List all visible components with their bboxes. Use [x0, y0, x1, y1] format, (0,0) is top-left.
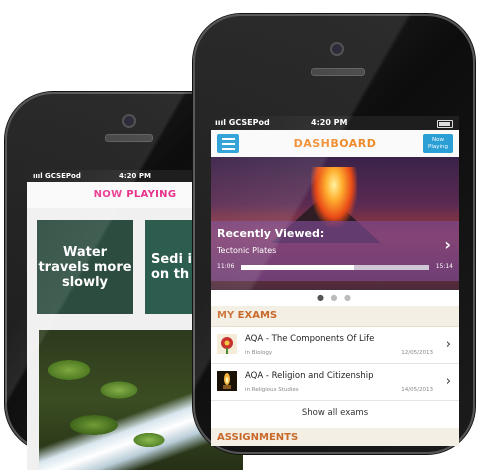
chevron-right-icon[interactable]: ›	[444, 235, 451, 254]
clock: 4:20 PM	[119, 172, 151, 180]
dashboard-screen: ıııl GCSEPod 4:20 PM DASHBOARD Now Playi…	[211, 116, 459, 446]
chevron-right-icon: ›	[445, 337, 451, 352]
camera-icon	[330, 42, 344, 56]
clock: 4:20 PM	[311, 118, 348, 127]
status-bar: ıııl GCSEPod 4:20 PM	[211, 116, 459, 130]
now-playing-button[interactable]: Now Playing	[423, 134, 453, 153]
lava-image	[311, 167, 357, 227]
chevron-right-icon: ›	[445, 374, 451, 389]
front-phone: ıııl GCSEPod 4:20 PM DASHBOARD Now Playi…	[193, 14, 475, 454]
recently-viewed-title: Recently Viewed:	[217, 227, 325, 240]
exam-subject: in Religious Studies	[245, 387, 299, 393]
exam-date: 14/05/2013	[401, 387, 433, 393]
my-exams-heading: MY EXAMS	[211, 306, 459, 327]
total-time: 15:14	[435, 263, 453, 270]
carrier-label: GCSEPod	[228, 118, 270, 127]
candle-icon	[217, 371, 237, 391]
page-indicator[interactable]: ● ● ●	[211, 293, 459, 302]
speaker-grille	[311, 68, 365, 76]
recently-viewed-item: Tectonic Plates	[217, 246, 277, 255]
exam-subject: in Biology	[245, 350, 273, 356]
biology-flower-icon	[217, 334, 237, 354]
camera-icon	[122, 114, 136, 128]
elapsed-time: 11:06	[217, 263, 235, 270]
slide-card-1[interactable]: Water travels more slowly	[37, 220, 133, 314]
assignments-heading: ASSIGNMENTS	[211, 428, 459, 446]
progress-fill	[241, 265, 354, 270]
recently-viewed-banner[interactable]: Recently Viewed: Tectonic Plates › 11:06…	[211, 157, 459, 290]
app-header: DASHBOARD Now Playing	[211, 130, 459, 158]
page-title: DASHBOARD	[293, 137, 377, 150]
exam-row-2[interactable]: AQA - Religion and Citizenship in Religi…	[211, 364, 459, 401]
signal-icon: ıııl	[215, 118, 226, 127]
carrier-label: GCSEPod	[45, 172, 81, 180]
exam-title: AQA - The Components Of Life	[245, 334, 375, 344]
recently-viewed-overlay: Recently Viewed: Tectonic Plates › 11:06…	[211, 221, 459, 281]
show-all-exams-link[interactable]: Show all exams	[211, 408, 459, 418]
exam-title: AQA - Religion and Citizenship	[245, 371, 374, 381]
signal-icon: ıııl	[33, 172, 43, 180]
battery-icon	[437, 120, 453, 128]
exam-row-1[interactable]: AQA - The Components Of Life in Biology …	[211, 327, 459, 364]
speaker-grille	[105, 134, 153, 142]
exam-date: 12/05/2013	[401, 350, 433, 356]
playback-progress[interactable]	[241, 265, 429, 270]
